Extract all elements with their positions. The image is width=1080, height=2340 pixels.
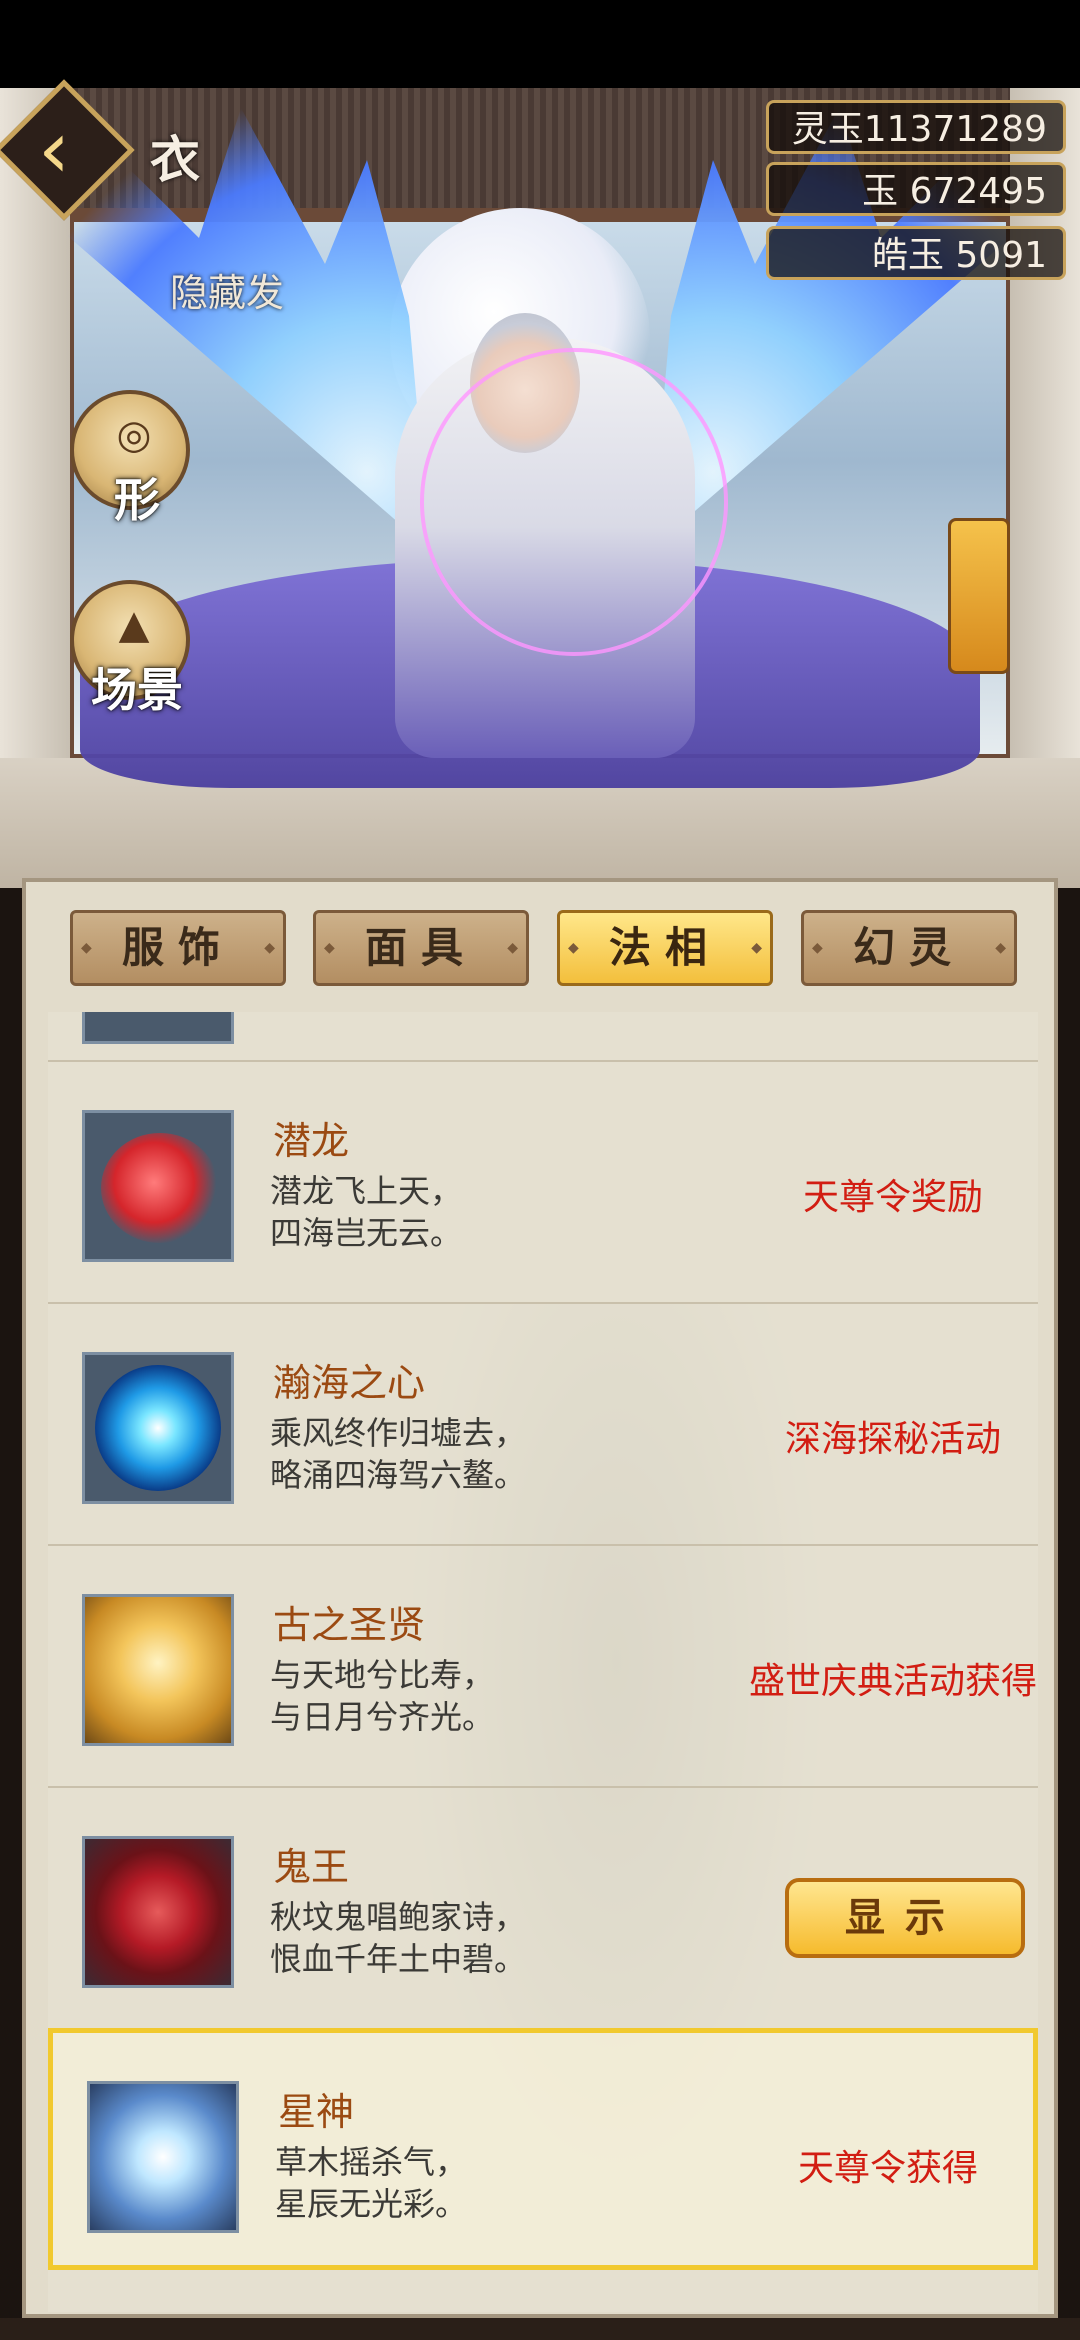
item-description-line2: 四海岂无云。 <box>270 1214 463 1252</box>
list-item[interactable]: 瀚海之心 乘风终作归墟去， 略涌四海驾六鳌。 深海探秘活动 <box>48 1302 1038 1544</box>
item-name: 潜龙 <box>273 1119 350 1163</box>
scene-button[interactable]: ▲ 场景 <box>70 580 190 717</box>
item-description-line2: 星辰无光彩。 <box>275 2185 468 2223</box>
tab-bar: 服饰 面具 法相 幻灵 <box>70 910 1040 990</box>
list-item-selected[interactable]: 星神 草木摇杀气， 星辰无光彩。 天尊令获得 <box>48 2028 1038 2270</box>
list-item[interactable]: 鬼王 秋坟鬼唱鲍家诗， 恨血千年土中碧。 显示 <box>48 1786 1038 2028</box>
show-button[interactable]: 显示 <box>785 1878 1025 1958</box>
scene-button-label: 场景 <box>91 663 183 717</box>
item-source: 天尊令奖励 <box>802 1177 983 1218</box>
item-name: 鬼王 <box>273 1845 350 1889</box>
item-description-line1: 与天地兮比寿， <box>270 1656 495 1694</box>
red-demon-icon <box>82 1836 234 1988</box>
figure-icon: ◎ <box>116 412 152 458</box>
page-title: 衣 <box>150 130 200 189</box>
item-name: 星神 <box>278 2090 355 2134</box>
item-name: 古之圣贤 <box>273 1603 426 1647</box>
item-description-line1: 潜龙飞上天， <box>270 1172 463 1210</box>
ice-wings-icon <box>87 2081 239 2233</box>
list-item[interactable]: 古之圣贤 与天地兮比寿， 与日月兮齐光。 盛世庆典活动获得 <box>48 1544 1038 1786</box>
tab-clothing[interactable]: 服饰 <box>70 910 286 986</box>
item-description-line1: 乘风终作归墟去， <box>270 1414 527 1452</box>
tab-avatar-form[interactable]: 法相 <box>557 910 773 986</box>
red-dragon-icon <box>82 1110 234 1262</box>
item-source: 盛世庆典活动获得 <box>748 1661 1037 1702</box>
partial-item-thumb <box>82 1012 234 1044</box>
item-description-line2: 略涌四海驾六鳌。 <box>270 1456 527 1494</box>
item-source: 深海探秘活动 <box>784 1419 1001 1460</box>
pink-ribbon <box>420 348 728 656</box>
item-description-line2: 恨血千年土中碧。 <box>270 1940 527 1978</box>
golden-sage-icon <box>82 1594 234 1746</box>
form-button[interactable]: ◎ 形 <box>70 390 190 527</box>
tab-spirit[interactable]: 幻灵 <box>801 910 1017 986</box>
item-description-line2: 与日月兮齐光。 <box>270 1698 495 1736</box>
chevron-left-icon[interactable]: ‹ <box>38 108 108 192</box>
side-tab-right[interactable] <box>948 518 1010 674</box>
bottom-frame <box>0 2318 1080 2340</box>
currency-yu: 玉 672495 <box>766 162 1066 216</box>
item-name: 瀚海之心 <box>273 1361 426 1405</box>
hide-toggle-label[interactable]: 隐藏发 <box>170 262 284 317</box>
blue-vortex-icon <box>82 1352 234 1504</box>
item-description-line1: 秋坟鬼唱鲍家诗， <box>270 1898 527 1936</box>
currency-haoyu: 皓玉 5091 <box>766 226 1066 280</box>
appearance-panel: 服饰 面具 法相 幻灵 潜龙 潜龙飞上天， 四海岂无云。 天尊令奖励 瀚海之心 … <box>22 878 1058 2318</box>
item-description-line1: 草木摇杀气， <box>275 2143 468 2181</box>
form-button-label: 形 <box>114 473 160 527</box>
tab-mask[interactable]: 面具 <box>313 910 529 986</box>
item-list[interactable]: 潜龙 潜龙飞上天， 四海岂无云。 天尊令奖励 瀚海之心 乘风终作归墟去， 略涌四… <box>48 1012 1038 2312</box>
mountain-icon: ▲ <box>118 602 150 648</box>
item-source: 天尊令获得 <box>797 2148 978 2189</box>
list-item[interactable]: 潜龙 潜龙飞上天， 四海岂无云。 天尊令奖励 <box>48 1060 1038 1302</box>
status-bar <box>0 0 1080 88</box>
currency-lingyu: 灵玉11371289 <box>766 100 1066 154</box>
